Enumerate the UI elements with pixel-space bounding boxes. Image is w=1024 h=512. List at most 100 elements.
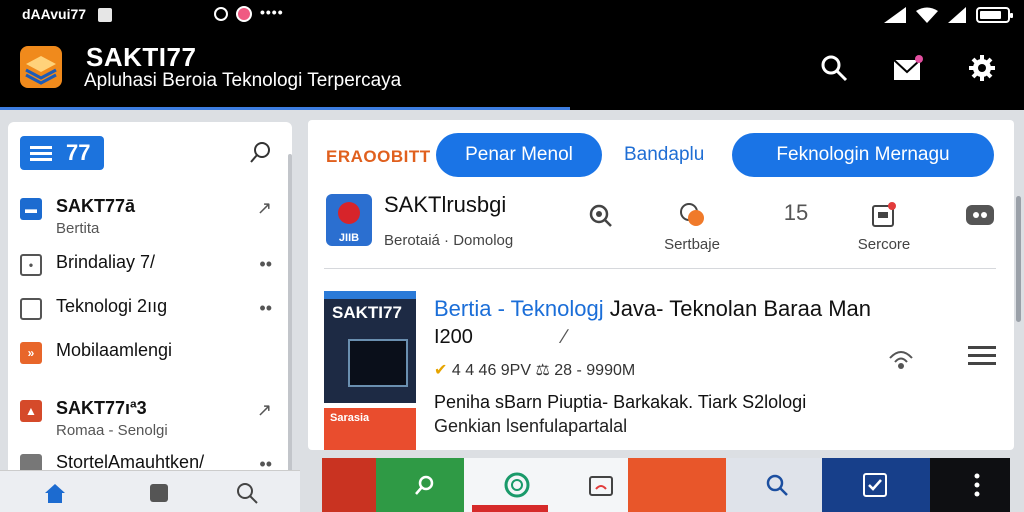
mail-button[interactable] bbox=[892, 52, 924, 84]
stat-number: 15 bbox=[783, 200, 809, 225]
hamburger-icon bbox=[968, 346, 996, 365]
tile-check-button[interactable] bbox=[860, 470, 890, 500]
mail-icon bbox=[893, 55, 923, 80]
broadcast-icon bbox=[889, 351, 913, 369]
tile-red[interactable] bbox=[322, 458, 376, 512]
status-bar: dAAvui77 •••• bbox=[0, 0, 1024, 30]
stat-chat[interactable] bbox=[940, 200, 1020, 230]
folder-icon bbox=[20, 298, 42, 320]
app-subtitle: Apluhasi Beroia Teknologi Terpercaya bbox=[84, 70, 402, 91]
tab-pill-2[interactable]: Feknologin Mernagu bbox=[732, 133, 994, 177]
image-icon: ▲ bbox=[20, 400, 42, 422]
sync-icon bbox=[214, 7, 228, 21]
nav-search-button[interactable] bbox=[232, 479, 262, 507]
tile-calendar-button[interactable] bbox=[586, 470, 616, 500]
sidebar-scrollbar[interactable] bbox=[288, 154, 292, 472]
battery-icon bbox=[976, 7, 1013, 23]
bottom-nav bbox=[0, 470, 300, 512]
sidebar-item-title: Teknologi 2ııg bbox=[56, 296, 168, 316]
stat-label: Sertbaje bbox=[664, 236, 720, 253]
profile-notification-icon bbox=[236, 6, 252, 22]
account-logo: JIIB bbox=[326, 194, 372, 246]
sidebar-item-title: SAKT77ıª3 bbox=[56, 398, 147, 418]
article-title-rest: Java- Teknolan Baraa Man bbox=[603, 296, 871, 321]
main-card: ERAOOBITT Penar Menol Bandaplu Feknologi… bbox=[308, 120, 1014, 450]
checkbox-icon bbox=[863, 473, 887, 497]
sidebar-item[interactable]: • Brindaliay 7/ •• bbox=[20, 250, 276, 290]
app-title: SAKTI77 bbox=[86, 42, 197, 72]
app-logo-icon bbox=[20, 46, 62, 88]
divider bbox=[324, 268, 996, 269]
sidebar-item[interactable]: ▬ SAKT77ā Bertita ↗ bbox=[20, 194, 276, 237]
stat-search[interactable] bbox=[560, 200, 640, 230]
calendar-icon bbox=[589, 476, 613, 496]
search-icon bbox=[250, 142, 270, 163]
search-icon bbox=[237, 483, 258, 504]
share-button[interactable] bbox=[886, 344, 916, 375]
menu-chip-button[interactable]: 77 bbox=[20, 136, 104, 170]
more-icon[interactable]: •• bbox=[259, 298, 272, 319]
tile-search-button[interactable] bbox=[410, 470, 440, 500]
sidebar-item-subtitle: Bertita bbox=[56, 220, 100, 237]
article-thumbnail[interactable]: SAKTI77 bbox=[324, 291, 416, 403]
edit-icon[interactable]: ↗ bbox=[257, 198, 272, 219]
rating-icon: ✔ bbox=[434, 362, 448, 379]
search-button[interactable] bbox=[818, 52, 850, 84]
sidebar-item-subtitle: Romaa - Senolgi bbox=[56, 422, 168, 439]
signal-icon bbox=[884, 7, 906, 23]
article-thumbnail-2[interactable]: Sarasia bbox=[324, 408, 416, 450]
article-subtitle-mark: ∕ bbox=[562, 326, 567, 348]
sidebar-item[interactable]: ▲ SAKT77ıª3 Romaa - Senolgi ↗ bbox=[20, 396, 276, 439]
menu-button[interactable] bbox=[968, 344, 996, 373]
article-subtitle-text: I200 bbox=[434, 326, 473, 348]
badge-icon bbox=[872, 202, 896, 227]
share-orange-icon bbox=[680, 203, 704, 226]
tile-more-button[interactable] bbox=[962, 470, 992, 500]
article-body-line-1: Peniha sBarn Piuptia- Barkakak. Tiark S2… bbox=[434, 392, 807, 412]
search-icon bbox=[821, 55, 848, 82]
stat-share[interactable]: Sertbaje bbox=[652, 200, 732, 253]
logo-mark-icon bbox=[338, 202, 360, 224]
app-bar: SAKTI77 Apluhasi Beroia Teknologi Terper… bbox=[0, 30, 1024, 110]
account-meta: Berotaiá · Domolog bbox=[384, 232, 514, 249]
main-scrollbar[interactable] bbox=[1016, 196, 1021, 322]
sidebar-item[interactable]: Teknologi 2ııg •• bbox=[20, 294, 276, 334]
tabs-icon bbox=[150, 484, 168, 502]
settings-button[interactable] bbox=[966, 52, 998, 84]
doc-icon: ▬ bbox=[20, 198, 42, 220]
app-bar-progress bbox=[0, 107, 570, 110]
mobile-icon: » bbox=[20, 342, 42, 364]
more-notifications-icon: •••• bbox=[260, 4, 284, 20]
thumbnail-2-text: Sarasia bbox=[330, 412, 370, 424]
stat-label: Sercore bbox=[857, 236, 911, 253]
sidebar-item-title: Mobilaamlengi bbox=[56, 340, 173, 360]
account-logo-text: JIIB bbox=[338, 232, 360, 244]
account-name[interactable]: SAKTlrusbgi bbox=[384, 192, 506, 218]
signal-2-icon bbox=[948, 7, 966, 23]
system-indicators bbox=[884, 5, 1013, 25]
page-icon: • bbox=[20, 254, 42, 276]
app-notification-icon bbox=[98, 8, 112, 22]
status-time: dAAvui77 bbox=[22, 6, 87, 22]
more-vert-icon bbox=[974, 473, 980, 497]
thumbnail-screen-image bbox=[348, 339, 408, 387]
article-meta-text: 4 4 46 9PV ⚖ 28 - 9990M bbox=[447, 362, 636, 379]
sidebar-search-button[interactable] bbox=[248, 140, 274, 171]
tabs-button[interactable] bbox=[144, 479, 174, 507]
tab-pill-1[interactable]: Penar Menol bbox=[436, 133, 602, 177]
home-button[interactable] bbox=[40, 479, 70, 507]
sidebar-item[interactable]: » Mobilaamlengi bbox=[20, 338, 276, 378]
article-meta: ✔ 4 4 46 9PV ⚖ 28 - 9990M bbox=[434, 360, 635, 380]
tile-search-2-button[interactable] bbox=[762, 470, 792, 500]
sidebar-item-title: SAKT77ā bbox=[56, 196, 136, 216]
brand-text: ERAOOBITT bbox=[326, 147, 431, 166]
wifi-icon bbox=[916, 7, 938, 23]
tile-orange[interactable] bbox=[628, 458, 726, 512]
tab-plain[interactable]: Bandaplu bbox=[624, 144, 704, 166]
article-title[interactable]: Bertia - Teknologj Java- Teknolan Baraa … bbox=[434, 296, 871, 322]
stat-score[interactable]: Sercore bbox=[844, 200, 924, 253]
edit-icon[interactable]: ↗ bbox=[257, 400, 272, 421]
more-icon[interactable]: •• bbox=[259, 254, 272, 275]
battery-level bbox=[980, 11, 1001, 19]
tile-circle-button[interactable] bbox=[502, 470, 532, 500]
